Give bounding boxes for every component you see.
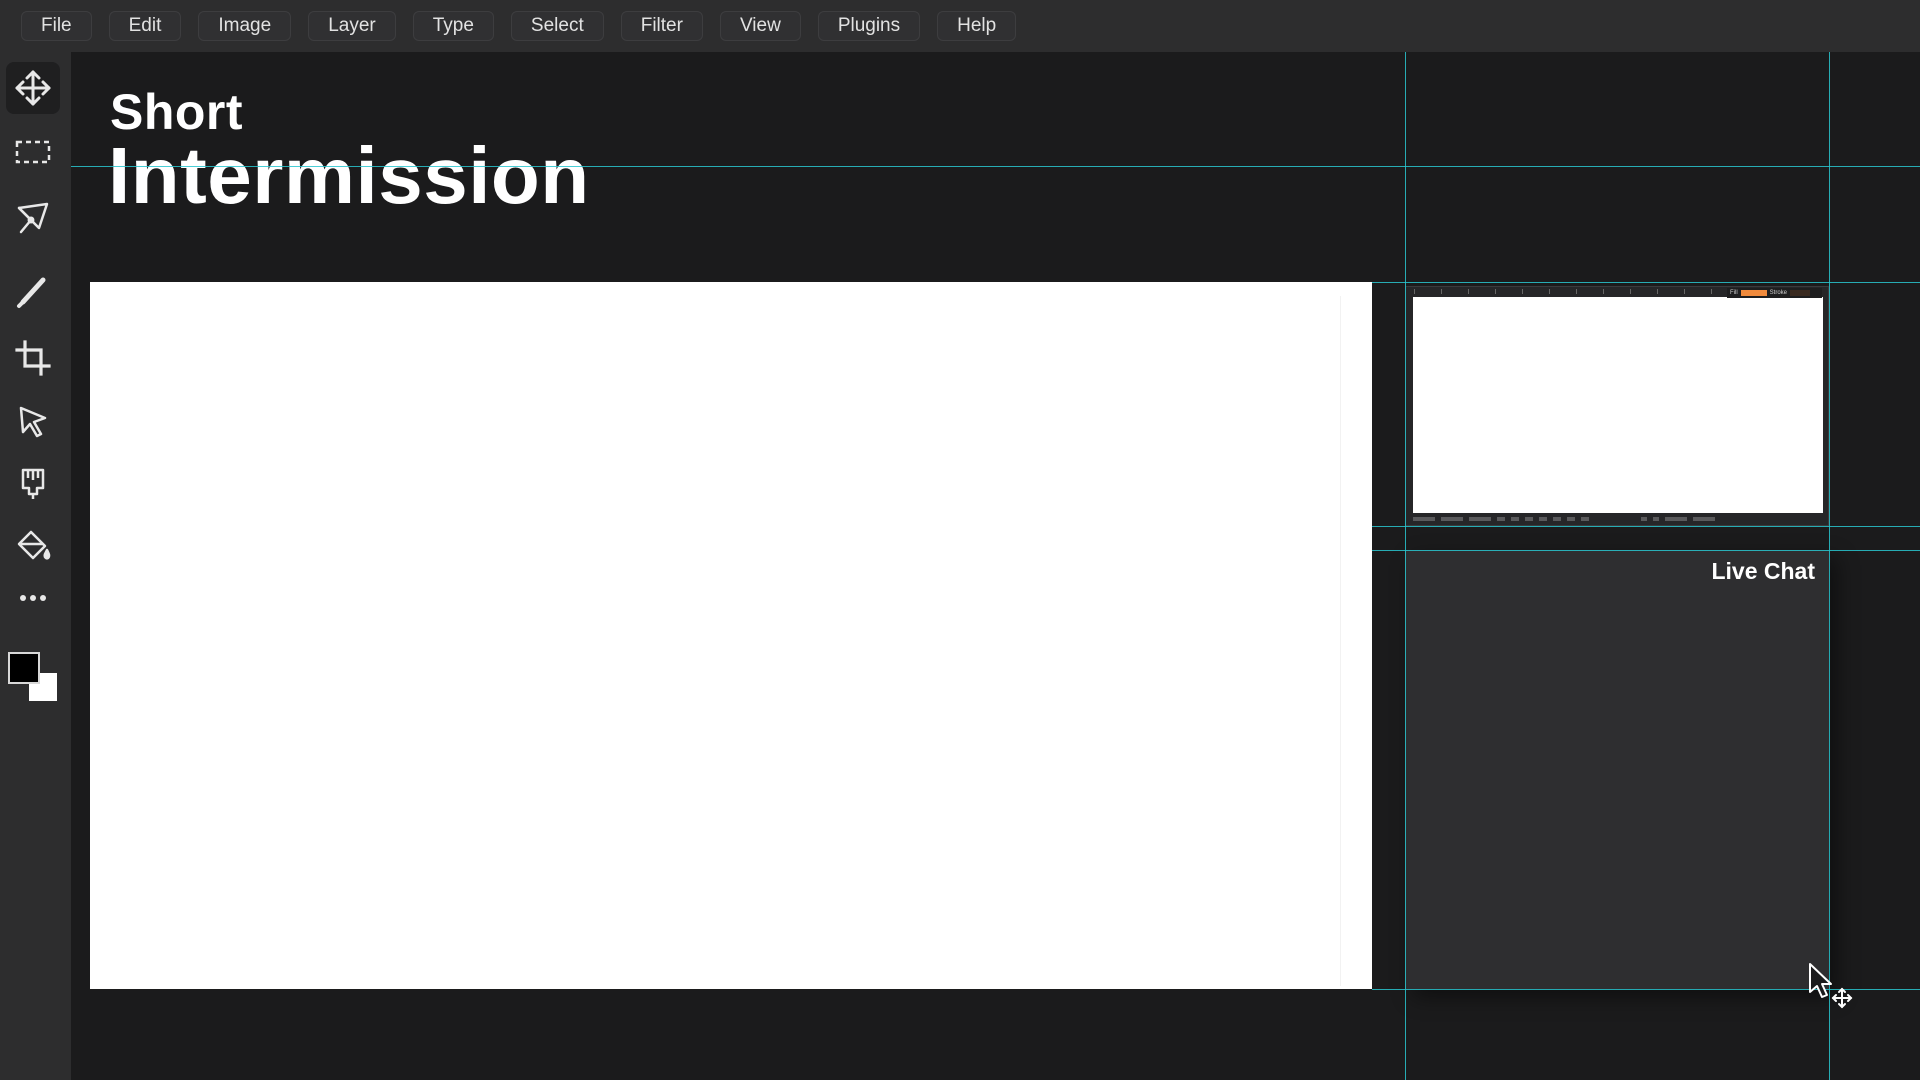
title-intermission[interactable]: Intermission: [108, 130, 590, 222]
stamp-icon: [21, 468, 45, 499]
direct-select-tool-button[interactable]: [6, 396, 60, 448]
menu-plugins[interactable]: Plugins: [817, 11, 921, 41]
menu-bar: File Edit Image Layer Type Select Filter…: [0, 0, 1920, 52]
main-video-frame[interactable]: [90, 282, 1372, 989]
marquee-tool-button[interactable]: [6, 126, 60, 178]
pen-tool-icon: [17, 202, 49, 234]
thumbnail-bottom-bar: [1413, 514, 1821, 523]
stamp-tool-button[interactable]: [6, 458, 60, 510]
preview-thumbnail[interactable]: Fill Stroke: [1405, 286, 1829, 526]
guide-vertical-2[interactable]: [1829, 52, 1830, 1080]
brush-tool-button[interactable]: [6, 266, 60, 318]
thumbnail-stroke-label: Stroke: [1769, 290, 1788, 296]
live-chat-panel[interactable]: Live Chat: [1405, 550, 1829, 989]
brush-icon: [17, 277, 46, 308]
more-tools-icon: [20, 595, 46, 601]
menu-file[interactable]: File: [21, 11, 92, 41]
marquee-select-icon: [15, 140, 51, 164]
inner-frame-edge: [460, 296, 1341, 986]
menu-type[interactable]: Type: [412, 11, 494, 41]
color-swatches: [8, 652, 60, 704]
menu-edit[interactable]: Edit: [108, 11, 182, 41]
thumbnail-fill-stroke: Fill Stroke: [1727, 288, 1822, 298]
menu-layer[interactable]: Layer: [308, 11, 396, 41]
menu-select[interactable]: Select: [510, 11, 604, 41]
guide-vertical-1[interactable]: [1405, 52, 1406, 1080]
tool-bar: [0, 52, 71, 1080]
paint-bucket-tool-button[interactable]: [6, 520, 60, 572]
live-chat-title: Live Chat: [1711, 558, 1815, 584]
direct-select-icon: [19, 406, 47, 438]
thumbnail-screen: [1413, 297, 1823, 513]
menu-help[interactable]: Help: [937, 11, 1017, 41]
menu-filter[interactable]: Filter: [620, 11, 703, 41]
move-icon: [15, 70, 51, 106]
crop-icon: [15, 340, 51, 376]
guide-horizontal-3[interactable]: [1372, 526, 1920, 527]
paint-bucket-icon: [17, 530, 51, 560]
guide-horizontal-2[interactable]: [1372, 282, 1920, 283]
menu-view[interactable]: View: [719, 11, 801, 41]
menu-image[interactable]: Image: [198, 11, 292, 41]
thumbnail-fill-chip: [1740, 290, 1767, 296]
move-tool-button[interactable]: [6, 62, 60, 114]
foreground-color-swatch[interactable]: [8, 652, 40, 684]
thumbnail-stroke-chip: [1790, 290, 1811, 296]
pen-tool-button[interactable]: [6, 192, 60, 244]
move-cursor-icon: [1809, 963, 1853, 1009]
thumbnail-fill-label: Fill: [1730, 290, 1738, 296]
crop-tool-button[interactable]: [6, 332, 60, 384]
guide-horizontal-1[interactable]: [71, 166, 1920, 167]
guide-horizontal-4[interactable]: [1372, 550, 1920, 551]
more-tools-button[interactable]: [6, 572, 60, 624]
